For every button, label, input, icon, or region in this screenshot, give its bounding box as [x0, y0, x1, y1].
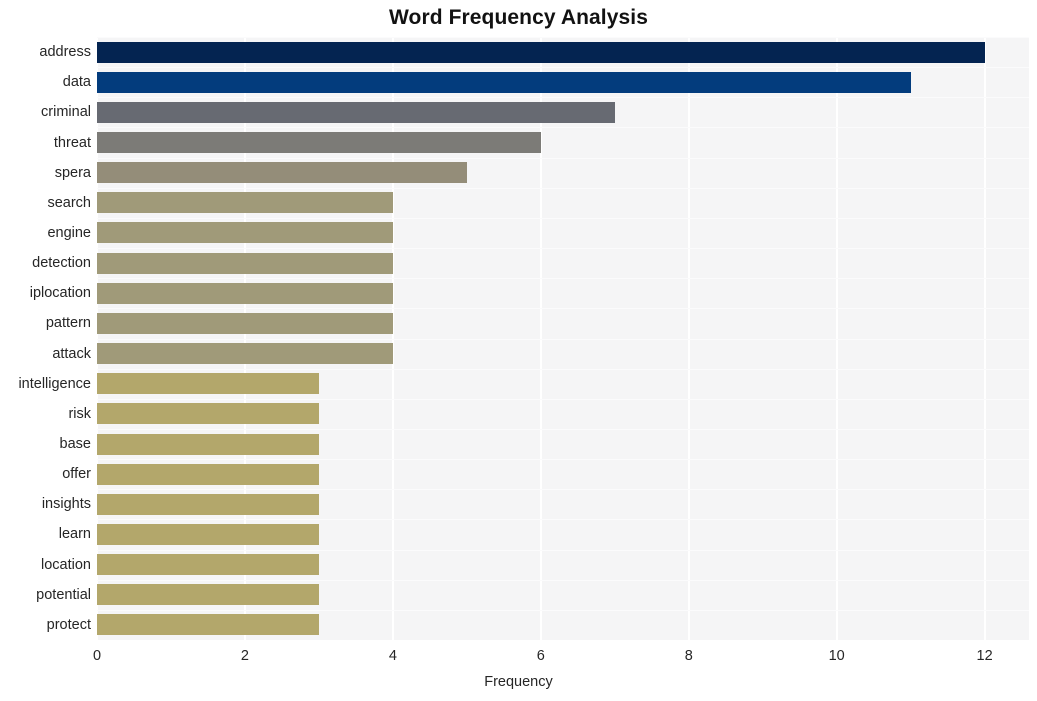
- y-axis-tick-label: learn: [58, 526, 91, 543]
- y-axis-tick-label: criminal: [41, 104, 91, 121]
- gridline-horizontal: [97, 158, 1029, 159]
- x-axis-tick-label: 8: [684, 648, 693, 664]
- bar: [97, 373, 319, 394]
- gridline-horizontal: [97, 67, 1029, 68]
- y-axis-tick-label: search: [47, 194, 91, 211]
- gridline-horizontal: [97, 339, 1029, 340]
- y-axis-tick-label: engine: [47, 224, 91, 241]
- y-axis-tick-label: offer: [62, 466, 91, 483]
- gridline-horizontal: [97, 308, 1029, 309]
- bar: [97, 403, 319, 424]
- y-axis-tick-label: base: [59, 436, 91, 453]
- x-axis-tick-label: 12: [976, 648, 993, 664]
- bar: [97, 584, 319, 605]
- x-axis-tick-label: 2: [240, 648, 249, 664]
- y-axis: address data criminal threat spera search engi…: [0, 0, 91, 701]
- bar: [97, 162, 467, 183]
- y-axis-tick-label: detection: [32, 255, 91, 272]
- bar: [97, 614, 319, 635]
- gridline-horizontal: [97, 369, 1029, 370]
- y-axis-tick-label: pattern: [45, 315, 91, 332]
- gridline-horizontal: [97, 550, 1029, 551]
- y-axis-tick-label: potential: [36, 586, 91, 603]
- y-axis-tick-label: data: [62, 74, 91, 91]
- gridline-horizontal: [97, 278, 1029, 279]
- y-axis-tick-label: spera: [54, 164, 91, 181]
- y-axis-tick-label: iplocation: [29, 285, 91, 302]
- gridline-horizontal: [97, 127, 1029, 128]
- gridline-horizontal: [97, 580, 1029, 581]
- x-axis-title: Frequency: [484, 674, 553, 690]
- bar: [97, 313, 393, 334]
- chart-title: Word Frequency Analysis: [388, 6, 649, 29]
- bar: [97, 253, 393, 274]
- y-axis-tick-label: protect: [46, 616, 91, 633]
- bar: [97, 222, 393, 243]
- x-axis-tick-label: 0: [92, 648, 102, 664]
- y-axis-tick-label: attack: [52, 345, 91, 362]
- bar: [97, 434, 319, 455]
- bar: [97, 554, 319, 575]
- gridline-horizontal: [97, 489, 1029, 490]
- gridline-horizontal: [97, 37, 1029, 38]
- x-axis-tick-label: 10: [828, 648, 845, 664]
- gridline-horizontal: [97, 188, 1029, 189]
- y-axis-tick-label: threat: [53, 134, 91, 151]
- y-axis-tick-label: intelligence: [18, 375, 91, 392]
- gridline-horizontal: [97, 519, 1029, 520]
- bar: [97, 192, 393, 213]
- bar: [97, 494, 319, 515]
- y-axis-tick-label: location: [41, 556, 91, 573]
- bar: [97, 464, 319, 485]
- bar: [97, 524, 319, 545]
- gridline-horizontal: [97, 399, 1029, 400]
- bar: [97, 102, 615, 123]
- bar: [97, 343, 393, 364]
- gridline-horizontal: [97, 248, 1029, 249]
- gridline-horizontal: [97, 610, 1029, 611]
- gridline-horizontal: [97, 459, 1029, 460]
- bar: [97, 132, 541, 153]
- gridline-horizontal: [97, 429, 1029, 430]
- bar: [97, 42, 985, 63]
- bar: [97, 283, 393, 304]
- chart-figure: Word Frequency Analysis address data crimi…: [0, 0, 1037, 701]
- y-axis-tick-label: address: [39, 44, 91, 61]
- x-axis: Frequency 0 2 4 6 8 10 12: [0, 640, 1037, 701]
- y-axis-tick-label: insights: [41, 496, 91, 513]
- x-axis-tick-label: 4: [388, 648, 397, 664]
- gridline-horizontal: [97, 218, 1029, 219]
- bar: [97, 72, 911, 93]
- y-axis-tick-label: risk: [68, 405, 91, 422]
- plot-area: [97, 37, 1029, 640]
- x-axis-tick-label: 6: [536, 648, 545, 664]
- gridline-horizontal: [97, 97, 1029, 98]
